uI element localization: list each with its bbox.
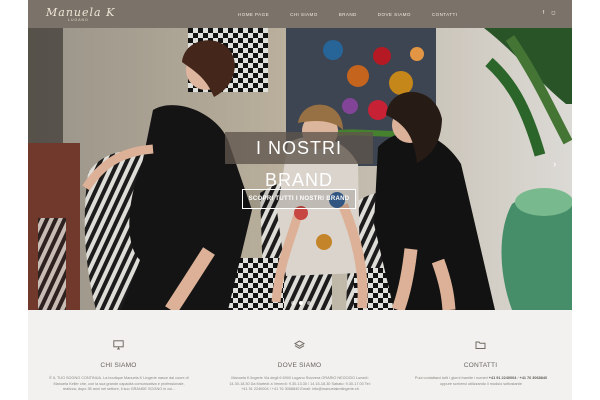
feature-text-dove-siamo: Manuela K lingerie Via degli 6 6900 Luga… <box>229 376 371 392</box>
feature-chi-siamo: CHI SIAMO È IL TUO SOGNO CONTINUA. La bo… <box>28 310 209 400</box>
nav-dove-siamo[interactable]: DOVE SIAMO <box>378 12 411 17</box>
slider-dot-3[interactable] <box>307 301 311 305</box>
slider-next-icon[interactable]: › <box>553 159 563 171</box>
contact-text-after: oppure scriverci utilizzando il modulo s… <box>440 381 522 386</box>
nav-brand[interactable]: BRAND <box>339 12 357 17</box>
contact-phone-2[interactable]: +41 76 3068840 <box>520 376 548 380</box>
feature-title-contatti: CONTATTI <box>463 362 498 369</box>
contact-text-before: Puoi contattarci tutti i giorni tramite … <box>414 376 488 380</box>
nav-home[interactable]: HOME PAGE <box>238 12 269 17</box>
instagram-icon[interactable]: ◻ <box>551 11 556 16</box>
monitor-icon <box>113 340 124 350</box>
slider-dots <box>291 301 311 305</box>
nav-chi-siamo[interactable]: CHI SIAMO <box>290 12 318 17</box>
nav-contatti[interactable]: CONTATTI <box>432 12 457 17</box>
feature-contatti: CONTATTI Puoi contattarci tutti i giorni… <box>390 310 571 400</box>
facebook-icon[interactable]: f <box>541 11 546 16</box>
features-section: CHI SIAMO È IL TUO SOGNO CONTINUA. La bo… <box>28 310 572 400</box>
layers-icon <box>294 340 305 349</box>
hero-title: I NOSTRI BRAND <box>225 132 373 190</box>
feature-text-chi-siamo: È IL TUO SOGNO CONTINUA. La boutique Man… <box>49 376 189 392</box>
contact-separator: / <box>517 376 519 380</box>
header-bar: Manuela K LUGANO HOME PAGE CHI SIAMO BRA… <box>28 0 572 28</box>
feature-title-chi-siamo: CHI SIAMO <box>100 362 137 369</box>
folder-icon <box>475 341 486 349</box>
slider-dot-1[interactable] <box>291 301 295 305</box>
feature-text-contatti: Puoi contattarci tutti i giorni tramite … <box>410 376 552 387</box>
feature-title-dove-siamo: DOVE SIAMO <box>277 362 322 369</box>
discover-brands-button[interactable]: SCOPRI TUTTI I NOSTRI BRAND <box>242 189 356 209</box>
site-page: Manuela K LUGANO HOME PAGE CHI SIAMO BRA… <box>28 0 572 400</box>
feature-dove-siamo: DOVE SIAMO Manuela K lingerie Via degli … <box>209 310 390 400</box>
social-links: f ◻ <box>541 11 556 16</box>
logo[interactable]: Manuela K LUGANO <box>46 6 116 24</box>
logo-subtitle: LUGANO <box>68 18 89 22</box>
slider-dot-2[interactable] <box>299 301 303 305</box>
contact-phone-1[interactable]: +41 91 2240004 <box>489 376 517 380</box>
main-nav: HOME PAGE CHI SIAMO BRAND DOVE SIAMO CON… <box>238 0 478 28</box>
hero-slider: I NOSTRI BRAND SCOPRI TUTTI I NOSTRI BRA… <box>28 28 572 310</box>
